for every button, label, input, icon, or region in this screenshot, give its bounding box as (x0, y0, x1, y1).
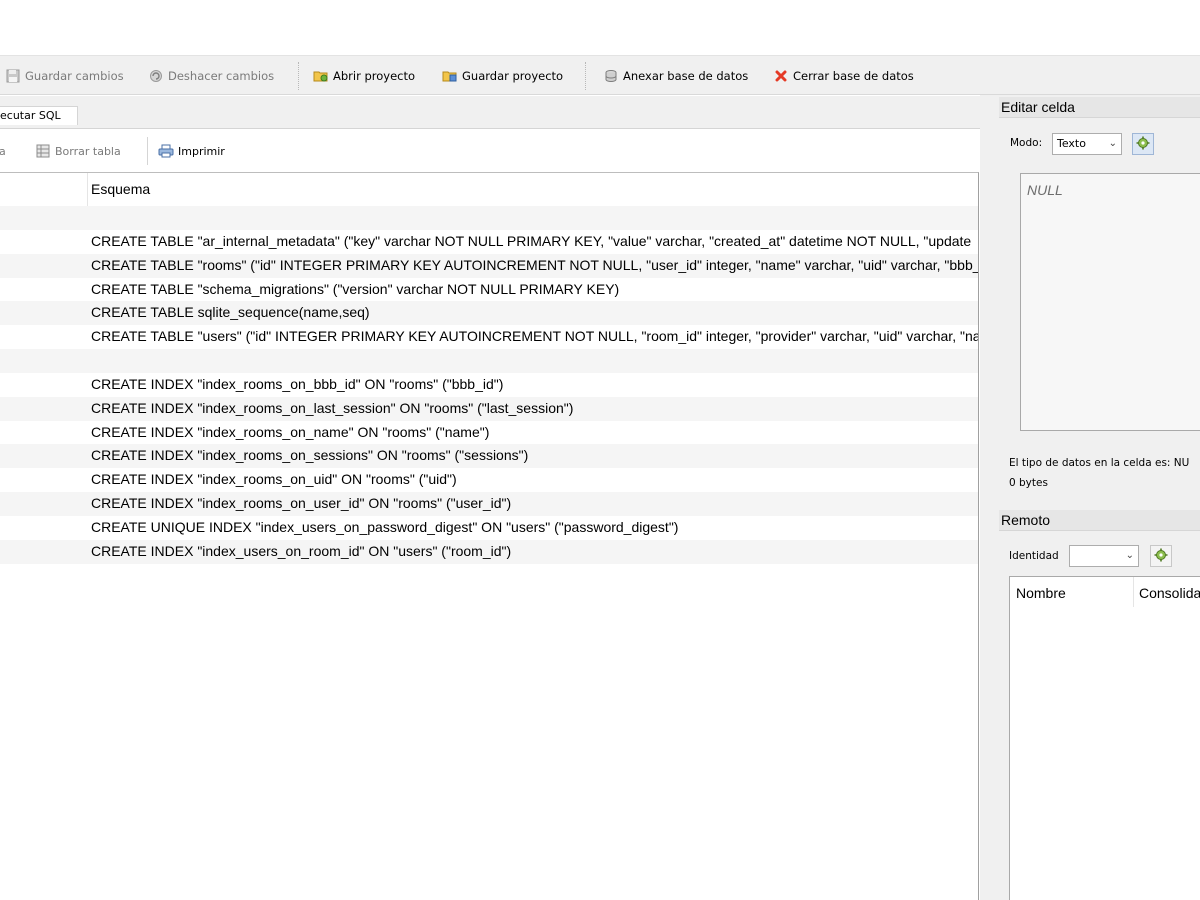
cell-type-info: El tipo de datos en la celda es: NU (1009, 457, 1190, 469)
save-changes-button[interactable]: Guardar cambios (5, 56, 124, 96)
gear-icon (1136, 136, 1150, 153)
schema-row[interactable]: CREATE INDEX "index_rooms_on_user_id" ON… (0, 492, 978, 516)
schema-rows: CREATE TABLE "ar_internal_metadata" ("ke… (0, 206, 978, 588)
save-project-icon (442, 68, 458, 84)
remote-col-name[interactable]: Nombre (1016, 585, 1066, 601)
structure-toolbar: a Borrar tabla Imprimir (0, 128, 980, 172)
printer-icon (158, 143, 174, 159)
close-database-label: Cerrar base de datos (793, 69, 914, 83)
print-label: Imprimir (178, 144, 225, 158)
save-project-label: Guardar proyecto (462, 69, 564, 83)
attach-database-label: Anexar base de datos (623, 69, 749, 83)
schema-row[interactable]: CREATE INDEX "index_rooms_on_bbb_id" ON … (0, 373, 978, 397)
schema-row[interactable]: CREATE TABLE "ar_internal_metadata" ("ke… (0, 230, 978, 254)
column-divider (87, 173, 88, 206)
toolbar-separator (298, 62, 299, 90)
save-changes-label: Guardar cambios (25, 69, 124, 83)
schema-column-header[interactable]: Esquema (91, 181, 150, 197)
delete-table-label: Borrar tabla (55, 144, 121, 158)
partial-toolbar-button[interactable]: a (0, 129, 6, 173)
mode-select[interactable]: Texto ⌄ (1052, 133, 1122, 155)
subtoolbar-separator (147, 137, 148, 165)
undo-icon (148, 68, 164, 84)
delete-table-button[interactable]: Borrar tabla (35, 129, 121, 173)
schema-row[interactable] (0, 564, 978, 588)
schema-row[interactable]: CREATE INDEX "index_rooms_on_last_sessio… (0, 396, 978, 421)
schema-row[interactable] (0, 349, 978, 373)
close-database-button[interactable]: Cerrar base de datos (773, 56, 914, 96)
print-button[interactable]: Imprimir (158, 129, 225, 173)
undo-changes-button[interactable]: Deshacer cambios (148, 56, 274, 96)
partial-button-label: a (0, 144, 6, 158)
identity-label: Identidad (1009, 550, 1059, 562)
cell-editor[interactable]: NULL (1020, 173, 1200, 431)
chevron-down-icon: ⌄ (1108, 138, 1117, 149)
tab-bar: Ejecutar SQL (0, 96, 980, 128)
undo-changes-label: Deshacer cambios (168, 69, 275, 83)
cell-size-info: 0 bytes (1009, 477, 1048, 489)
identity-select[interactable]: ⌄ (1069, 545, 1139, 567)
schema-row[interactable]: CREATE INDEX "index_rooms_on_name" ON "r… (0, 421, 978, 445)
schema-row[interactable] (0, 206, 978, 230)
column-divider (1133, 577, 1134, 607)
schema-row[interactable]: CREATE INDEX "index_users_on_room_id" ON… (0, 539, 978, 564)
mode-apply-button[interactable] (1132, 133, 1154, 155)
tab-execute-sql[interactable]: Ejecutar SQL (0, 106, 78, 125)
schema-row[interactable]: CREATE UNIQUE INDEX "index_users_on_pass… (0, 516, 978, 540)
schema-row[interactable]: CREATE TABLE "schema_migrations" ("versi… (0, 278, 978, 302)
schema-row[interactable]: CREATE TABLE "users" ("id" INTEGER PRIMA… (0, 325, 978, 349)
open-project-icon (313, 68, 329, 84)
null-placeholder: NULL (1027, 182, 1063, 198)
chevron-down-icon: ⌄ (1125, 550, 1134, 561)
main-toolbar: Guardar cambios Deshacer cambios Abrir p… (0, 55, 1200, 95)
mode-select-value: Texto (1057, 137, 1086, 150)
save-project-button[interactable]: Guardar proyecto (442, 56, 563, 96)
right-dock: Editar celda Modo: Texto ⌄ NULL El tipo … (980, 95, 1200, 900)
close-x-icon (773, 68, 789, 84)
schema-row[interactable]: CREATE TABLE sqlite_sequence(name,seq) (0, 301, 978, 326)
open-project-button[interactable]: Abrir proyecto (313, 56, 415, 96)
identity-apply-button[interactable] (1150, 545, 1172, 567)
attach-database-icon (603, 68, 619, 84)
mode-label: Modo: (1010, 137, 1043, 149)
open-project-label: Abrir proyecto (333, 69, 416, 83)
schema-row[interactable]: CREATE TABLE "rooms" ("id" INTEGER PRIMA… (0, 253, 978, 278)
tab-execute-sql-label: Ejecutar SQL (0, 109, 61, 122)
attach-database-button[interactable]: Anexar base de datos (603, 56, 748, 96)
schema-row[interactable]: CREATE INDEX "index_rooms_on_sessions" O… (0, 444, 978, 469)
schema-row[interactable]: CREATE INDEX "index_rooms_on_uid" ON "ro… (0, 468, 978, 492)
schema-header: Esquema (0, 173, 978, 206)
delete-table-icon (35, 143, 51, 159)
edit-cell-title: Editar celda (999, 97, 1200, 118)
schema-tree[interactable]: Esquema CREATE TABLE "ar_internal_metada… (0, 172, 979, 900)
toolbar-separator (585, 62, 586, 90)
remote-title: Remoto (999, 510, 1200, 531)
remote-col-committed[interactable]: Consolida (1139, 585, 1200, 601)
save-icon (5, 68, 21, 84)
remote-table[interactable]: Nombre Consolida (1009, 576, 1200, 900)
gear-icon (1154, 548, 1168, 565)
